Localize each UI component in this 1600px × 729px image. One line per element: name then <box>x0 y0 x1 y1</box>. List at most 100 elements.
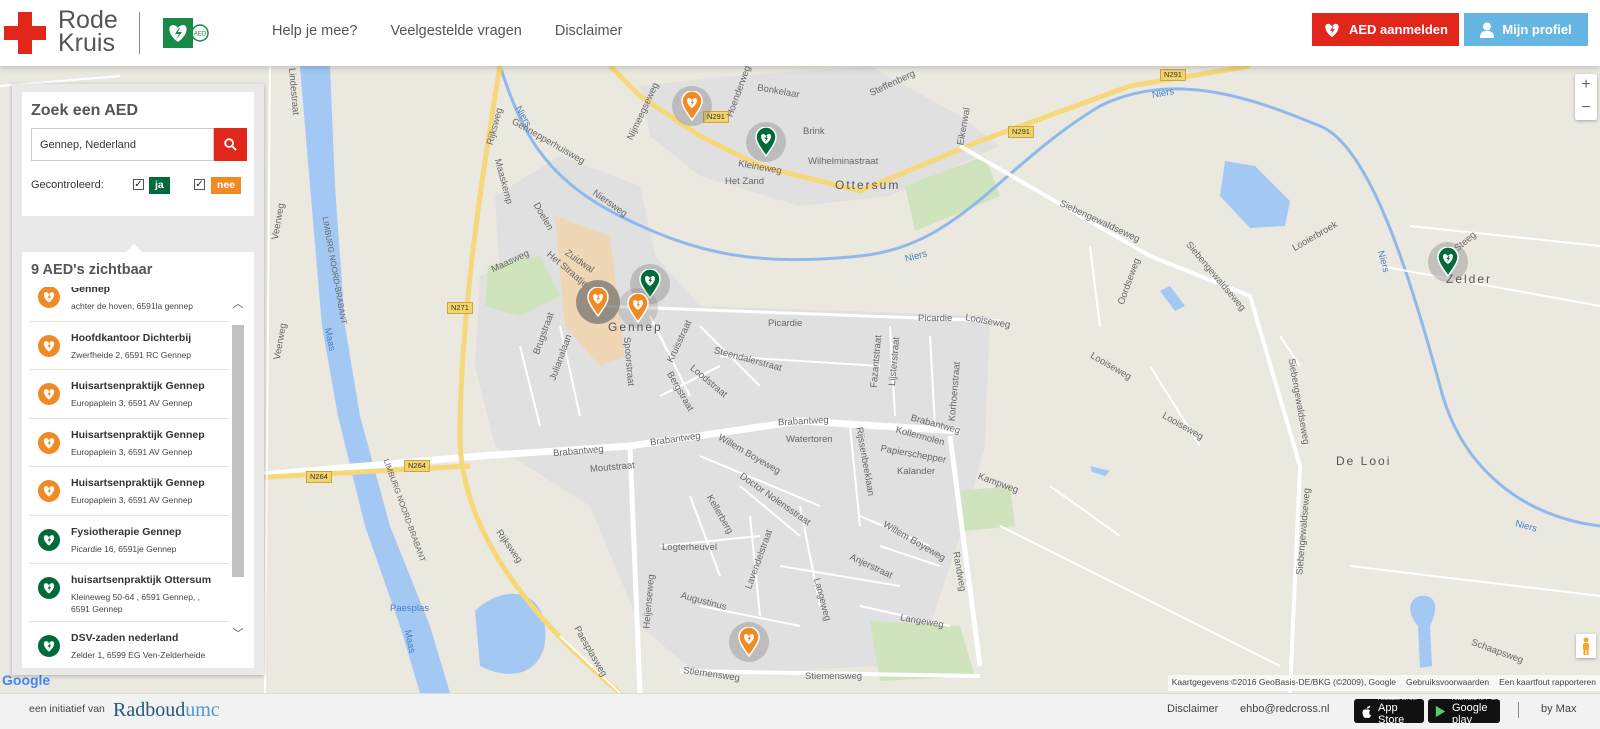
zoom-out-button[interactable]: − <box>1575 97 1597 120</box>
aed-list-item[interactable]: Fysiotherapie Gennep Picardie 16, 6591je … <box>29 516 229 564</box>
logo-line-2: Kruis <box>58 29 115 57</box>
aed-marker-checked[interactable] <box>1428 242 1468 282</box>
app-store-badge[interactable]: Available on the App Store <box>1354 696 1424 726</box>
main-nav: Help je mee? Veelgestelde vragen Disclai… <box>272 23 623 39</box>
logo-divider <box>139 12 140 54</box>
aed-heart-icon <box>38 480 60 502</box>
aed-list-item[interactable]: Huisartsenpraktijk Gennep Europaplein 3, … <box>29 370 229 419</box>
my-profile-label: Mijn profiel <box>1502 22 1572 37</box>
aed-heart-icon <box>38 383 60 405</box>
street-label: Brink <box>803 126 825 137</box>
footer-disclaimer-link[interactable]: Disclaimer <box>1167 703 1218 715</box>
google-play-badge[interactable]: ANDROID APP ON Google play <box>1428 696 1500 726</box>
aed-heart-icon <box>38 287 60 308</box>
zoom-in-button[interactable]: + <box>1575 74 1597 97</box>
road-badge-n291-b: N291 <box>1008 126 1034 138</box>
aed-item-address: Zelder 1, 6599 EG Ven-Zelderheide <box>71 650 206 660</box>
list-scrollbar[interactable]: ︿ ﹀ <box>231 287 245 663</box>
radboud-text: Radboud <box>113 699 186 721</box>
footer-divider <box>1518 702 1519 718</box>
google-play-icon <box>1435 705 1446 718</box>
aed-heart-icon <box>38 577 60 599</box>
aed-item-name: Huisartsenpraktijk Gennep <box>71 428 205 441</box>
aed-item-name: Huisartsenpraktijk Gennep <box>71 477 205 489</box>
aed-list-item[interactable]: Gennep achter de hoven, 6591la gennep <box>29 287 229 322</box>
street-label: Logterheuvel <box>662 542 717 553</box>
aed-marker-checked[interactable] <box>746 122 786 162</box>
user-icon <box>1480 22 1495 38</box>
street-label: Het Zand <box>725 176 765 187</box>
scroll-down-arrow-icon[interactable]: ﹀ <box>232 627 244 641</box>
pegman-icon[interactable] <box>1576 634 1596 658</box>
app-store-text: App Store <box>1378 702 1405 726</box>
aed-item-address: Zwerfheide 2, 6591 RC Gennep <box>71 349 192 360</box>
street-label: Picardie <box>918 313 953 324</box>
footer-email-link[interactable]: ehbo@redcross.nl <box>1240 703 1329 715</box>
umc-text: umc <box>185 699 220 721</box>
byline: by Max <box>1541 703 1577 715</box>
road-badge-n291-c: N291 <box>1160 69 1186 81</box>
aed-item-name: huisartsenpraktijk Ottersum <box>71 574 212 586</box>
checkbox-no[interactable]: ✓ <box>194 179 205 190</box>
report-error-link[interactable]: Een kaartfout rapporteren <box>1499 677 1596 689</box>
search-panel: Zoek een AED Gecontroleerd: ✓ ja ✓ nee 9… <box>12 84 264 675</box>
aed-marker-unchecked[interactable] <box>729 622 769 662</box>
aed-item-name: Huisartsenpraktijk Gennep <box>71 380 205 392</box>
initiative-label: een initiatief van <box>29 703 105 715</box>
aed-cluster-marker[interactable] <box>576 280 620 324</box>
aed-item-name: Fysiotherapie Gennep <box>71 525 182 538</box>
aed-logo-text: AED <box>194 32 207 38</box>
aed-list-item[interactable]: huisartsenpraktijk Ottersum Kleineweg 50-… <box>29 564 229 622</box>
apple-icon <box>1362 705 1372 718</box>
nav-faq[interactable]: Veelgestelde vragen <box>390 23 521 39</box>
red-cross-logo-icon[interactable] <box>4 12 46 54</box>
street-label: Picardie <box>768 318 803 329</box>
aed-item-address: Europaplein 3, 6591 AV Gennep <box>71 495 193 505</box>
lake-label-paesplas: Paesplas <box>390 603 430 614</box>
zoom-control: + − <box>1575 74 1597 120</box>
aed-register-label: AED aanmelden <box>1349 22 1448 37</box>
street-label: Watertoren <box>786 434 833 445</box>
aed-pin-icon <box>681 91 703 121</box>
aed-register-button[interactable]: AED aanmelden <box>1312 13 1459 46</box>
aed-list-item[interactable]: Hoofdkantoor Dichterbij Zwerfheide 2, 659… <box>29 322 229 370</box>
aed-logo-icon: AED <box>163 18 209 48</box>
google-play-text: Google play <box>1452 702 1488 726</box>
aed-item-name: DSV-zaden nederland <box>71 632 179 644</box>
rode-kruis-logo-text[interactable]: Rode Kruis <box>58 8 118 57</box>
search-title: Zoek een AED <box>31 102 138 119</box>
checkbox-yes[interactable]: ✓ <box>133 179 144 190</box>
aed-item-name: Hoofdkantoor Dichterbij <box>71 331 192 344</box>
search-input[interactable] <box>31 128 214 161</box>
place-de-looi: De Looi <box>1336 454 1392 468</box>
terms-link[interactable]: Gebruiksvoorwaarden <box>1406 677 1489 689</box>
nav-help[interactable]: Help je mee? <box>272 23 357 39</box>
nav-disclaimer[interactable]: Disclaimer <box>555 23 623 39</box>
tag-no: nee <box>211 177 242 194</box>
aed-pin-icon <box>738 627 760 657</box>
aed-count-title: 9 AED's zichtbaar <box>31 262 153 278</box>
scroll-up-arrow-icon[interactable]: ︿ <box>232 297 244 311</box>
aed-list-item[interactable]: Huisartsenpraktijk Gennep Europaplein 3, … <box>29 467 229 516</box>
aed-pin-icon <box>627 293 649 323</box>
aed-list[interactable]: Gennep achter de hoven, 6591la gennep Hoof… <box>29 287 229 663</box>
radboudumc-logo[interactable]: Radboudumc <box>113 699 220 722</box>
street-label: Stiemensweg <box>805 671 863 682</box>
search-box: Zoek een AED Gecontroleerd: ✓ ja ✓ nee <box>22 92 254 216</box>
aed-marker-unchecked[interactable] <box>672 86 712 126</box>
scroll-thumb[interactable] <box>232 325 244 577</box>
aed-list-item[interactable]: DSV-zaden nederland Zelder 1, 6599 EG Ven… <box>29 622 229 663</box>
aed-list-item[interactable]: Huisartsenpraktijk Gennep Europaplein 3, … <box>29 419 229 467</box>
aed-pin-icon <box>587 287 609 317</box>
aed-pin-icon <box>755 127 777 157</box>
street-label: Kalander <box>897 466 936 477</box>
heart-bolt-icon <box>1325 23 1339 37</box>
aed-heart-icon <box>38 334 60 357</box>
my-profile-button[interactable]: Mijn profiel <box>1464 13 1588 46</box>
road-badge-n264-b: N264 <box>306 471 332 483</box>
map-attribution: Kaartgegevens ©2016 GeoBasis-DE/BKG (©20… <box>1167 675 1600 691</box>
road-badge-n264-a: N264 <box>404 460 430 472</box>
aed-marker-unchecked[interactable] <box>618 288 658 328</box>
aed-item-address: Picardie 16, 6591je Gennep <box>71 543 177 554</box>
search-button[interactable] <box>214 128 247 161</box>
